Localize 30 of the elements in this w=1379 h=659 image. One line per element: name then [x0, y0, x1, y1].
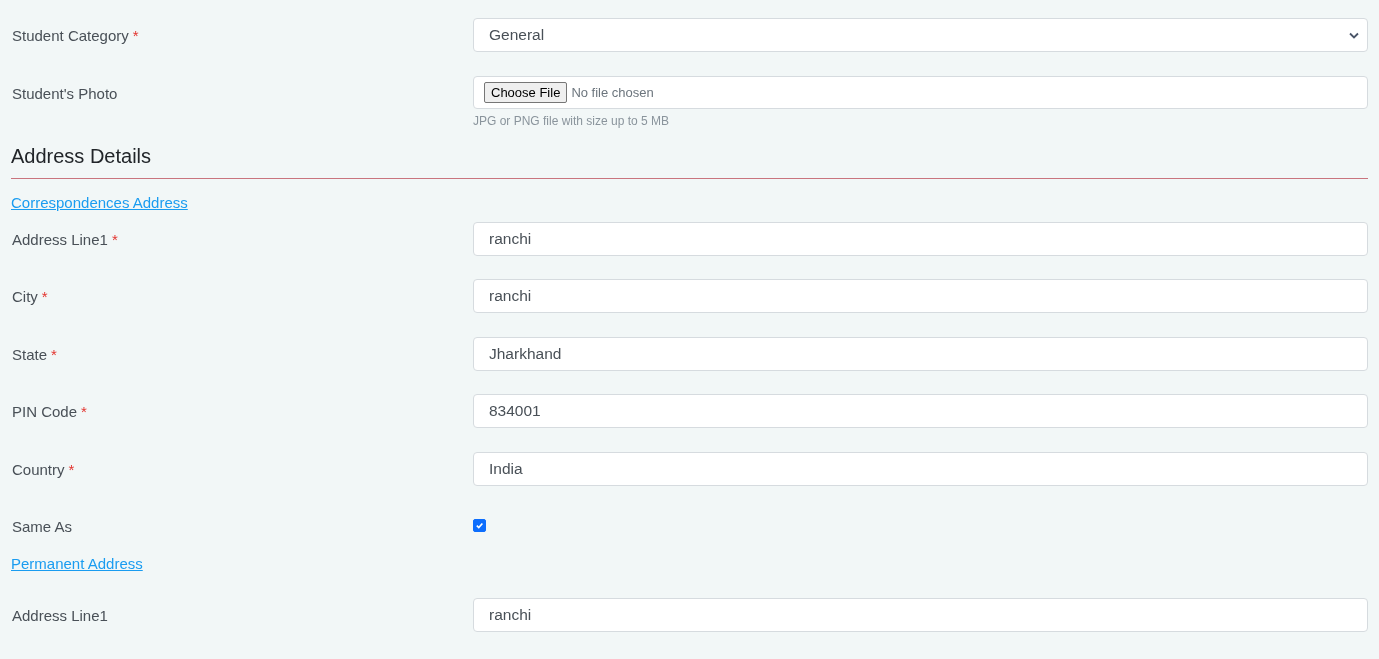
text-input[interactable]: ranchi: [473, 598, 1368, 632]
file-input[interactable]: Choose File No file chosen: [473, 75, 1368, 109]
file-hint: JPG or PNG file with size up to 5 MB: [473, 113, 671, 128]
text-input[interactable]: ranchi: [473, 221, 1368, 256]
text-input[interactable]: ranchi: [473, 279, 1368, 313]
choose-file-button[interactable]: Choose File: [484, 81, 568, 103]
same-as-checkbox[interactable]: [473, 519, 486, 532]
field-label: City: [12, 288, 38, 305]
required-mark: *: [81, 403, 87, 420]
required-mark: *: [51, 345, 57, 363]
section-heading: Address Details: [11, 144, 153, 168]
required-mark: *: [68, 460, 75, 478]
field-label: Student Category: [12, 27, 129, 44]
file-status: No file chosen: [571, 84, 654, 100]
field-label: Country: [12, 460, 65, 478]
required-mark: *: [111, 230, 118, 248]
field-label: PIN Code: [12, 403, 78, 420]
required-mark: *: [41, 288, 48, 305]
category-select[interactable]: General: [473, 18, 1368, 52]
text-input[interactable]: Jharkhand: [473, 336, 1368, 371]
text-input[interactable]: 834001: [473, 394, 1368, 428]
field-label: State: [12, 345, 48, 363]
checkmark-icon: [475, 521, 484, 530]
field-label: Student's Photo: [12, 84, 118, 102]
field-label: Same As: [12, 518, 73, 535]
field-label: Address Line1: [12, 230, 108, 248]
text-input[interactable]: India: [473, 451, 1368, 486]
field-label: Address Line1: [12, 607, 108, 624]
required-mark: *: [132, 27, 139, 44]
chevron-down-icon: [1349, 31, 1359, 39]
